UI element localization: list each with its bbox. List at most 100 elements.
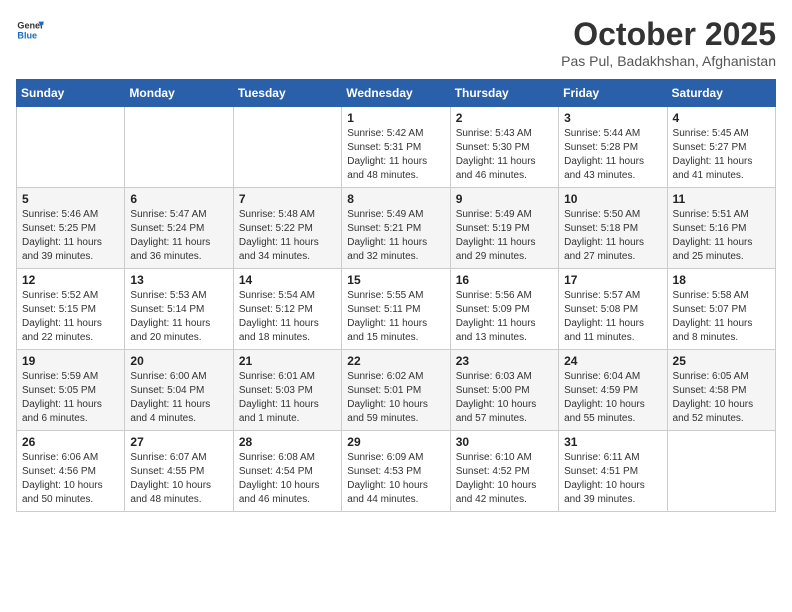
day-info: Sunrise: 6:11 AM Sunset: 4:51 PM Dayligh… (564, 451, 661, 507)
calendar-cell: 30 Sunrise: 6:10 AM Sunset: 4:52 PM Dayli… (450, 431, 558, 512)
calendar-week-4: 19 Sunrise: 5:59 AM Sunset: 5:05 PM Dayli… (17, 350, 776, 431)
logo-icon: General Blue (16, 16, 44, 44)
day-info: Sunrise: 6:07 AM Sunset: 4:55 PM Dayligh… (130, 451, 227, 507)
day-number: 21 (239, 354, 336, 368)
day-number: 16 (456, 273, 553, 287)
calendar-week-3: 12 Sunrise: 5:52 AM Sunset: 5:15 PM Dayli… (17, 269, 776, 350)
calendar-cell: 12 Sunrise: 5:52 AM Sunset: 5:15 PM Dayli… (17, 269, 125, 350)
svg-text:Blue: Blue (17, 30, 37, 40)
day-number: 14 (239, 273, 336, 287)
day-info: Sunrise: 6:00 AM Sunset: 5:04 PM Dayligh… (130, 370, 227, 426)
calendar-cell: 13 Sunrise: 5:53 AM Sunset: 5:14 PM Dayli… (125, 269, 233, 350)
calendar-cell: 21 Sunrise: 6:01 AM Sunset: 5:03 PM Dayli… (233, 350, 341, 431)
day-info: Sunrise: 5:46 AM Sunset: 5:25 PM Dayligh… (22, 208, 119, 264)
day-number: 25 (673, 354, 770, 368)
day-info: Sunrise: 5:54 AM Sunset: 5:12 PM Dayligh… (239, 289, 336, 345)
day-number: 24 (564, 354, 661, 368)
weekday-header-wednesday: Wednesday (342, 80, 450, 107)
calendar-cell: 26 Sunrise: 6:06 AM Sunset: 4:56 PM Dayli… (17, 431, 125, 512)
day-info: Sunrise: 5:59 AM Sunset: 5:05 PM Dayligh… (22, 370, 119, 426)
day-number: 4 (673, 111, 770, 125)
calendar-cell (233, 107, 341, 188)
calendar-cell: 18 Sunrise: 5:58 AM Sunset: 5:07 PM Dayli… (667, 269, 775, 350)
calendar-cell: 25Sunrise: 6:05 AM Sunset: 4:58 PM Dayli… (667, 350, 775, 431)
day-number: 26 (22, 435, 119, 449)
calendar-cell: 16Sunrise: 5:56 AM Sunset: 5:09 PM Dayli… (450, 269, 558, 350)
calendar-cell: 27 Sunrise: 6:07 AM Sunset: 4:55 PM Dayli… (125, 431, 233, 512)
day-number: 3 (564, 111, 661, 125)
calendar-week-5: 26 Sunrise: 6:06 AM Sunset: 4:56 PM Dayli… (17, 431, 776, 512)
day-info: Sunrise: 5:55 AM Sunset: 5:11 PM Dayligh… (347, 289, 444, 345)
calendar-cell: 1 Sunrise: 5:42 AM Sunset: 5:31 PM Daylig… (342, 107, 450, 188)
calendar-cell: 6 Sunrise: 5:47 AM Sunset: 5:24 PM Daylig… (125, 188, 233, 269)
day-number: 13 (130, 273, 227, 287)
calendar-cell: 15Sunrise: 5:55 AM Sunset: 5:11 PM Dayli… (342, 269, 450, 350)
day-number: 31 (564, 435, 661, 449)
location-title: Pas Pul, Badakhshan, Afghanistan (561, 53, 776, 69)
calendar-cell: 11Sunrise: 5:51 AM Sunset: 5:16 PM Dayli… (667, 188, 775, 269)
day-info: Sunrise: 5:51 AM Sunset: 5:16 PM Dayligh… (673, 208, 770, 264)
day-info: Sunrise: 5:49 AM Sunset: 5:19 PM Dayligh… (456, 208, 553, 264)
day-info: Sunrise: 5:58 AM Sunset: 5:07 PM Dayligh… (673, 289, 770, 345)
day-info: Sunrise: 6:06 AM Sunset: 4:56 PM Dayligh… (22, 451, 119, 507)
day-info: Sunrise: 5:50 AM Sunset: 5:18 PM Dayligh… (564, 208, 661, 264)
day-number: 19 (22, 354, 119, 368)
calendar-cell: 14 Sunrise: 5:54 AM Sunset: 5:12 PM Dayli… (233, 269, 341, 350)
calendar-cell: 31 Sunrise: 6:11 AM Sunset: 4:51 PM Dayli… (559, 431, 667, 512)
logo: General Blue (16, 16, 44, 44)
day-number: 9 (456, 192, 553, 206)
day-number: 1 (347, 111, 444, 125)
weekday-header-row: SundayMondayTuesdayWednesdayThursdayFrid… (17, 80, 776, 107)
day-number: 22 (347, 354, 444, 368)
page-header: General Blue October 2025 Pas Pul, Badak… (16, 16, 776, 69)
day-number: 27 (130, 435, 227, 449)
day-info: Sunrise: 5:42 AM Sunset: 5:31 PM Dayligh… (347, 127, 444, 183)
day-number: 7 (239, 192, 336, 206)
weekday-header-sunday: Sunday (17, 80, 125, 107)
day-number: 6 (130, 192, 227, 206)
calendar-cell: 7 Sunrise: 5:48 AM Sunset: 5:22 PM Daylig… (233, 188, 341, 269)
calendar-cell: 17Sunrise: 5:57 AM Sunset: 5:08 PM Dayli… (559, 269, 667, 350)
calendar-cell: 3 Sunrise: 5:44 AM Sunset: 5:28 PM Daylig… (559, 107, 667, 188)
weekday-header-saturday: Saturday (667, 80, 775, 107)
weekday-header-tuesday: Tuesday (233, 80, 341, 107)
day-info: Sunrise: 6:10 AM Sunset: 4:52 PM Dayligh… (456, 451, 553, 507)
calendar-cell: 9 Sunrise: 5:49 AM Sunset: 5:19 PM Daylig… (450, 188, 558, 269)
day-info: Sunrise: 6:08 AM Sunset: 4:54 PM Dayligh… (239, 451, 336, 507)
day-number: 12 (22, 273, 119, 287)
day-info: Sunrise: 6:09 AM Sunset: 4:53 PM Dayligh… (347, 451, 444, 507)
calendar-cell: 23 Sunrise: 6:03 AM Sunset: 5:00 PM Dayli… (450, 350, 558, 431)
title-block: October 2025 Pas Pul, Badakhshan, Afghan… (561, 16, 776, 69)
month-title: October 2025 (561, 16, 776, 53)
calendar-week-1: 1 Sunrise: 5:42 AM Sunset: 5:31 PM Daylig… (17, 107, 776, 188)
day-number: 8 (347, 192, 444, 206)
day-info: Sunrise: 6:03 AM Sunset: 5:00 PM Dayligh… (456, 370, 553, 426)
day-number: 17 (564, 273, 661, 287)
day-info: Sunrise: 5:49 AM Sunset: 5:21 PM Dayligh… (347, 208, 444, 264)
day-info: Sunrise: 6:04 AM Sunset: 4:59 PM Dayligh… (564, 370, 661, 426)
calendar-cell: 5Sunrise: 5:46 AM Sunset: 5:25 PM Daylig… (17, 188, 125, 269)
day-number: 2 (456, 111, 553, 125)
day-info: Sunrise: 5:47 AM Sunset: 5:24 PM Dayligh… (130, 208, 227, 264)
day-number: 23 (456, 354, 553, 368)
calendar-cell: 8 Sunrise: 5:49 AM Sunset: 5:21 PM Daylig… (342, 188, 450, 269)
weekday-header-thursday: Thursday (450, 80, 558, 107)
day-info: Sunrise: 5:43 AM Sunset: 5:30 PM Dayligh… (456, 127, 553, 183)
calendar-cell: 29Sunrise: 6:09 AM Sunset: 4:53 PM Dayli… (342, 431, 450, 512)
calendar-cell: 22Sunrise: 6:02 AM Sunset: 5:01 PM Dayli… (342, 350, 450, 431)
weekday-header-friday: Friday (559, 80, 667, 107)
day-info: Sunrise: 5:44 AM Sunset: 5:28 PM Dayligh… (564, 127, 661, 183)
calendar-table: SundayMondayTuesdayWednesdayThursdayFrid… (16, 79, 776, 512)
day-info: Sunrise: 6:01 AM Sunset: 5:03 PM Dayligh… (239, 370, 336, 426)
day-info: Sunrise: 5:53 AM Sunset: 5:14 PM Dayligh… (130, 289, 227, 345)
day-info: Sunrise: 5:52 AM Sunset: 5:15 PM Dayligh… (22, 289, 119, 345)
calendar-cell (17, 107, 125, 188)
calendar-week-2: 5Sunrise: 5:46 AM Sunset: 5:25 PM Daylig… (17, 188, 776, 269)
calendar-cell: 10Sunrise: 5:50 AM Sunset: 5:18 PM Dayli… (559, 188, 667, 269)
day-number: 28 (239, 435, 336, 449)
day-number: 18 (673, 273, 770, 287)
calendar-cell (125, 107, 233, 188)
calendar-cell: 2 Sunrise: 5:43 AM Sunset: 5:30 PM Daylig… (450, 107, 558, 188)
day-info: Sunrise: 5:48 AM Sunset: 5:22 PM Dayligh… (239, 208, 336, 264)
day-number: 30 (456, 435, 553, 449)
